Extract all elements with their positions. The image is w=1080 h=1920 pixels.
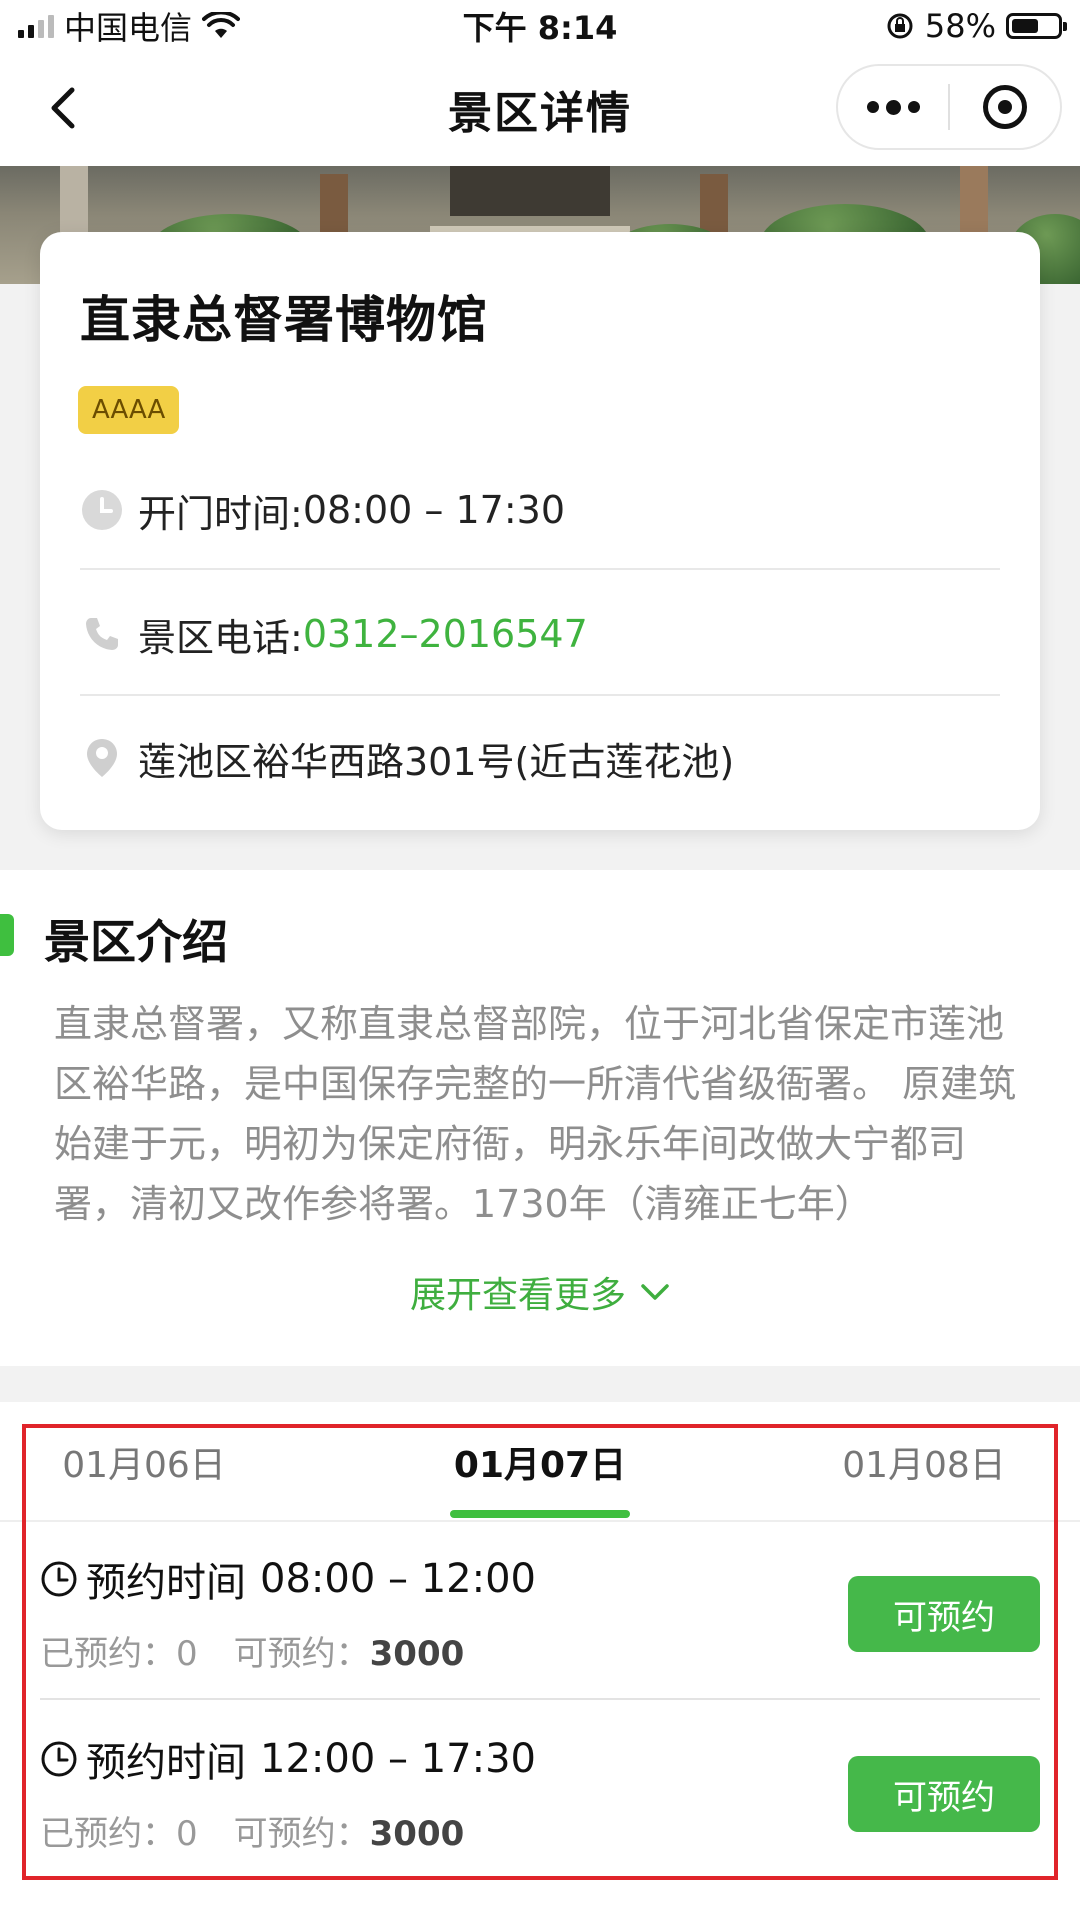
intro-text: 直隶总督署，又称直隶总督部院，位于河北省保定市莲池区裕华路，是中国保存完整的一所… bbox=[54, 1002, 1017, 1226]
available-value: 3000 bbox=[369, 1814, 465, 1854]
hero-door bbox=[450, 166, 610, 216]
open-time-value: 08:00 – 17:30 bbox=[302, 488, 565, 532]
wifi-icon bbox=[202, 12, 241, 38]
book-button[interactable]: 可预约 bbox=[848, 1576, 1040, 1652]
info-divider bbox=[80, 568, 1000, 570]
phone-icon bbox=[80, 612, 124, 656]
available-label: 可预约： bbox=[233, 1634, 370, 1674]
battery-percent: 58% bbox=[924, 7, 996, 45]
nav-bar: 景区详情 bbox=[0, 52, 1080, 166]
chevron-down-icon bbox=[641, 1284, 669, 1300]
tabs-divider bbox=[0, 1520, 1080, 1522]
section-accent-bar bbox=[0, 914, 14, 956]
slot-time-row: 预约时间 12:00 – 17:30 bbox=[40, 1730, 536, 1788]
spot-name: 直隶总督署博物馆 bbox=[80, 291, 488, 349]
status-right: 58% bbox=[885, 7, 1067, 45]
open-time-row: 开门时间: 08:00 – 17:30 bbox=[80, 448, 1000, 572]
expand-more-label: 展开查看更多 bbox=[409, 1275, 626, 1316]
time-slot-2: 预约时间 12:00 – 17:30 已预约：0 可预约：3000 可预约 bbox=[40, 1704, 1040, 1880]
level-badge: AAAA bbox=[78, 386, 180, 434]
slot-time-row: 预约时间 08:00 – 12:00 bbox=[40, 1550, 536, 1608]
slot-time-label: 预约时间 bbox=[86, 1560, 246, 1606]
phone-row[interactable]: 景区电话: 0312–2016547 bbox=[80, 572, 1000, 696]
available-count: 可预约：3000 bbox=[234, 1806, 465, 1855]
booked-count: 已预约：0 bbox=[40, 1806, 198, 1855]
phone-label: 景区电话: bbox=[138, 615, 303, 660]
slot-time-label: 预约时间 bbox=[86, 1740, 246, 1786]
clock-outline-icon bbox=[41, 1561, 77, 1597]
slot-stats: 已预约：0 可预约：3000 bbox=[40, 1626, 464, 1675]
signal-icon bbox=[18, 14, 54, 38]
phone-number-link[interactable]: 0312–2016547 bbox=[303, 612, 588, 656]
carrier-name: 中国电信 bbox=[64, 9, 193, 47]
available-label: 可预约： bbox=[233, 1814, 370, 1854]
close-button[interactable] bbox=[950, 66, 1060, 148]
battery-icon bbox=[1006, 13, 1067, 39]
available-value: 3000 bbox=[369, 1634, 465, 1674]
active-tab-indicator bbox=[450, 1510, 630, 1518]
mini-program-capsule bbox=[836, 64, 1062, 150]
clock-icon bbox=[80, 488, 124, 532]
more-button[interactable] bbox=[838, 66, 948, 148]
book-button[interactable]: 可预约 bbox=[848, 1756, 1040, 1832]
page-title: 景区详情 bbox=[448, 88, 632, 139]
location-pin-icon bbox=[80, 736, 124, 780]
booked-label: 已预约： bbox=[40, 1814, 176, 1854]
status-left: 中国电信 bbox=[18, 3, 241, 49]
open-time-label: 开门时间: bbox=[138, 491, 303, 536]
slot-stats: 已预约：0 可预约：3000 bbox=[40, 1806, 464, 1855]
available-count: 可预约：3000 bbox=[234, 1626, 465, 1675]
time-slot-1: 预约时间 08:00 – 12:00 已预约：0 可预约：3000 可预约 bbox=[40, 1524, 1040, 1700]
booked-label: 已预约： bbox=[40, 1634, 176, 1674]
booked-value: 0 bbox=[176, 1634, 198, 1674]
clock-outline-icon bbox=[41, 1741, 77, 1777]
slot-time-range: 08:00 – 12:00 bbox=[260, 1556, 536, 1602]
tab-date-0106[interactable]: 01月06日 bbox=[24, 1436, 264, 1488]
battery-fill bbox=[1012, 19, 1038, 33]
status-bar: 中国电信 下午 8:14 58% bbox=[0, 0, 1080, 52]
intro-title: 景区介绍 bbox=[44, 915, 228, 969]
rotation-lock-icon bbox=[887, 13, 913, 39]
booking-section: 01月06日 01月07日 01月08日 预约时间 08:00 – 12:00 … bbox=[0, 1402, 1080, 1920]
booked-value: 0 bbox=[176, 1814, 198, 1854]
slot-time-range: 12:00 – 17:30 bbox=[260, 1736, 536, 1782]
address-text: 莲池区裕华西路301号(近古莲花池) bbox=[138, 739, 735, 784]
status-time: 下午 8:14 bbox=[462, 9, 618, 47]
intro-section: 景区介绍 直隶总督署，又称直隶总督部院，位于河北省保定市莲池区裕华路，是中国保存… bbox=[0, 870, 1080, 1366]
tab-date-0107[interactable]: 01月07日 bbox=[420, 1436, 660, 1488]
target-icon bbox=[983, 85, 1027, 129]
tab-date-0108[interactable]: 01月08日 bbox=[804, 1436, 1044, 1488]
booked-count: 已预约：0 bbox=[40, 1626, 198, 1675]
spot-info-card: 直隶总督署博物馆 AAAA 开门时间: 08:00 – 17:30 景区电话: … bbox=[40, 232, 1040, 830]
expand-more-button[interactable]: 展开查看更多 bbox=[0, 1266, 1080, 1318]
slot-divider bbox=[40, 1698, 1040, 1700]
chevron-left-icon[interactable] bbox=[38, 80, 94, 136]
address-row[interactable]: 莲池区裕华西路301号(近古莲花池) bbox=[80, 696, 1000, 820]
date-tabs: 01月06日 01月07日 01月08日 bbox=[24, 1402, 1056, 1520]
more-dots-icon bbox=[866, 99, 920, 115]
